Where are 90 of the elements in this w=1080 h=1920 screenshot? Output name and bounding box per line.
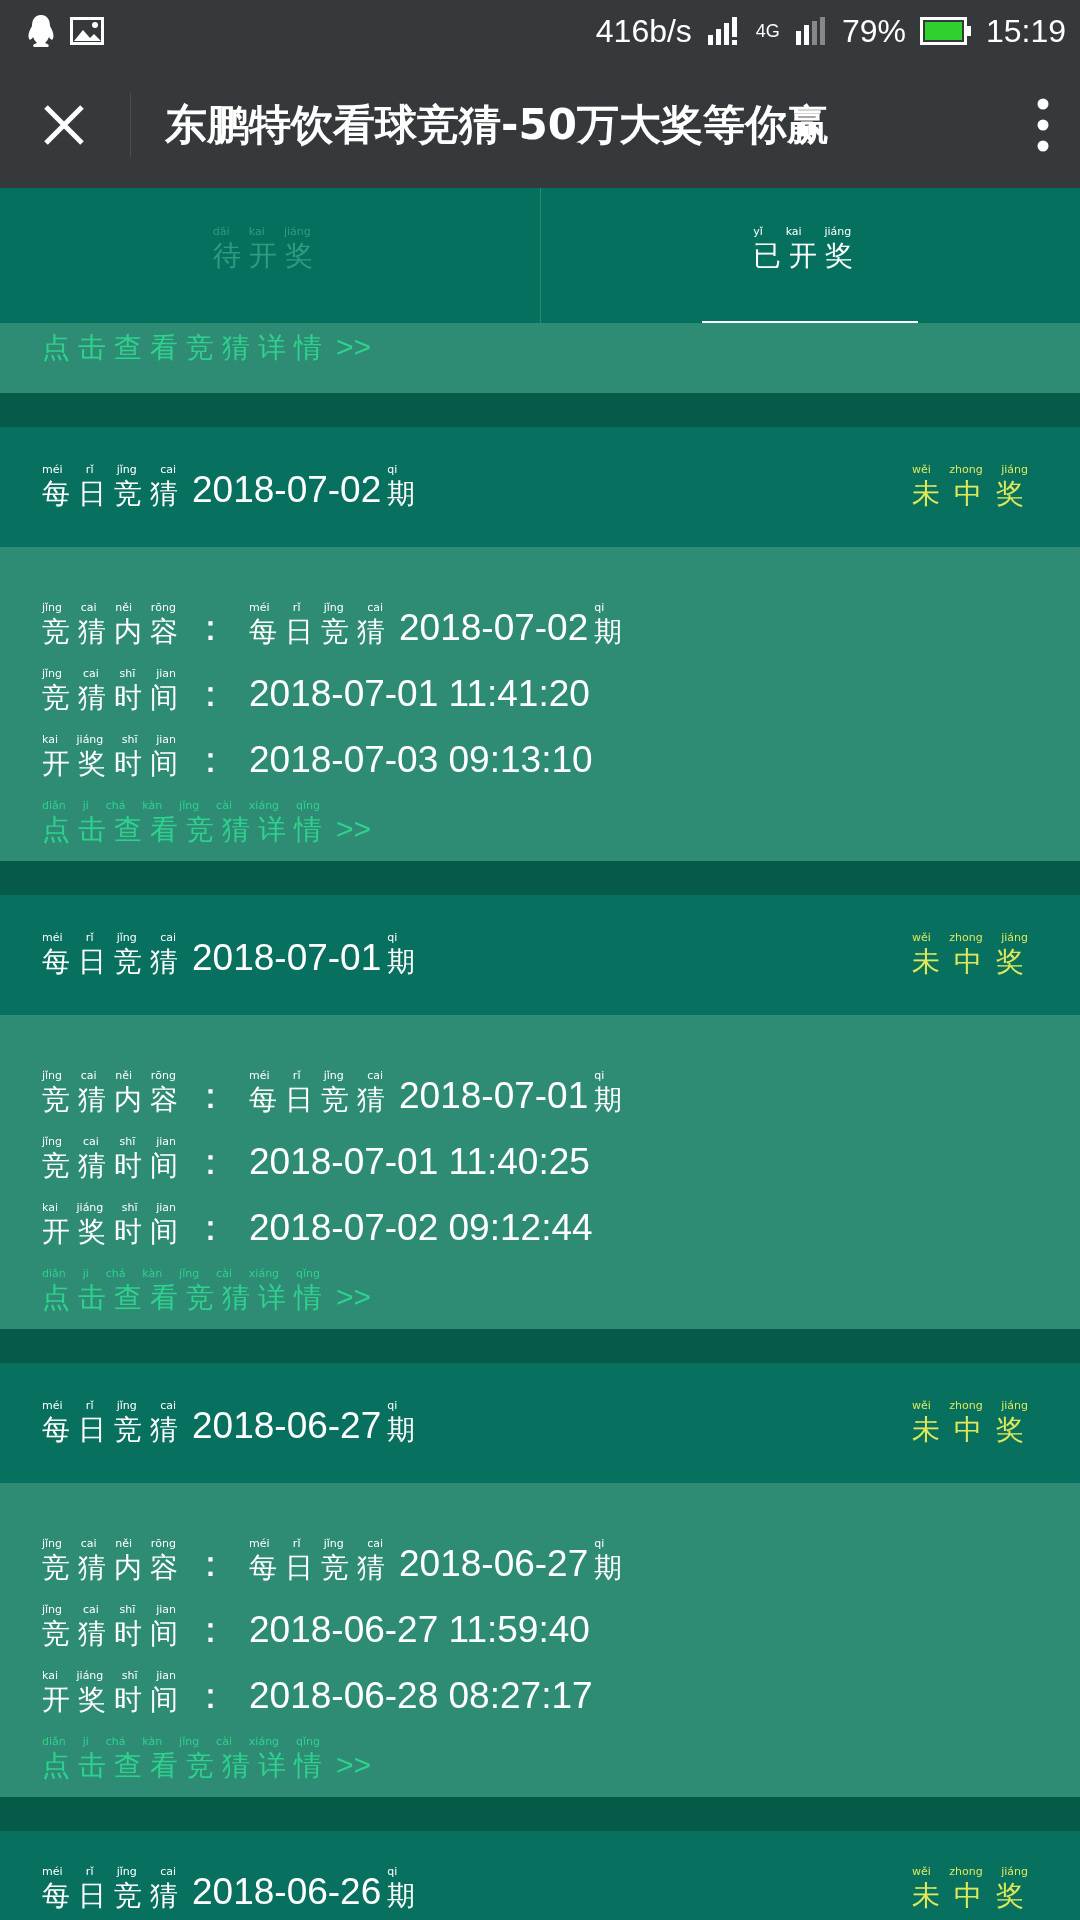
result-label-text: 未中奖 [912,945,1038,979]
issue-title-text: 每日竞猜 [42,945,186,979]
field-value-value: 2018-07-01 11:40:25 [249,1141,590,1183]
pinyin-annotation: qi [387,1865,399,1879]
field-value-text: 每日竞猜 [249,1551,393,1585]
field-label-value: ： [192,1543,229,1585]
field-label-value: ： [192,1141,229,1183]
pinyin-annotation: qi [387,463,399,477]
details-link[interactable]: diǎn ji chá kàn jǐng cài xiáng qǐng 点击查看竞猜详情 >> [42,1267,378,1315]
field-value-value: 2018-07-01 11:41:20 [249,673,590,715]
pinyin-annotation: qi [594,1537,606,1551]
field-value-value: 2018-07-02 [399,607,589,649]
field-value-value: 2018-07-03 09:13:10 [249,739,593,781]
issue-title-value: 2018-07-01 [192,937,382,979]
pinyin-annotation: jǐng cai něi rōng [42,1537,177,1551]
field-label-text: 竞猜时间 [42,1149,186,1183]
field-label-text: 竞猜内容 [42,1083,186,1117]
details-link[interactable]: diǎn ji chá kàn jǐng cài xiáng qǐng 点击查看竞猜详情 >> [42,1735,378,1783]
image-icon [70,17,104,45]
issue-title-text: 每日竞猜 [42,477,186,511]
field-label-value: ： [192,1075,229,1117]
pinyin-annotation: qi [387,1399,399,1413]
pinyin-annotation: qi [594,601,606,615]
menu-icon[interactable] [1036,98,1050,152]
issue-title-text: 期 [387,477,424,511]
field-label-text: 开奖时间 [42,747,186,781]
network-type: 4G [755,20,780,42]
issue-title-text: 期 [387,1879,424,1913]
field-label-value: ： [192,739,229,781]
battery-percent: 79% [841,12,906,50]
field-value-text: 每日竞猜 [249,615,393,649]
field-value-value: 2018-06-27 [399,1543,589,1585]
pinyin-annotation: wěi zhong jiáng [912,1865,1029,1879]
pinyin-annotation: kai jiáng shī jian [42,1669,177,1683]
signal-icon [793,17,828,45]
issue-title-value: 2018-06-27 [192,1405,382,1447]
field-label-text: 竞猜内容 [42,1551,186,1585]
details-link[interactable]: diǎn ji chá kàn jǐng cài xiáng qǐng 点击查看竞猜详情 >> [42,799,378,847]
battery-icon [919,17,972,45]
pinyin-annotation: jǐng cai něi rōng [42,1069,177,1083]
pinyin-annotation: wěi zhong jiáng [912,1399,1029,1413]
issue-title-text: 期 [387,945,424,979]
field-label-text: 开奖时间 [42,1683,186,1717]
result-label-text: 未中奖 [912,477,1038,511]
tab[interactable]: yǐ kai jiáng 已开奖 [540,188,1080,323]
pinyin-annotation: méi rǐ jǐng cai [42,931,177,945]
pinyin-annotation: qi [594,1069,606,1083]
clock: 15:19 [985,12,1066,50]
field-label-value: ： [192,1609,229,1651]
pinyin-annotation: méi rǐ jǐng cai [42,1865,177,1879]
result-label-text: 未中奖 [912,1879,1038,1913]
field-value-text: 每日竞猜 [249,1083,393,1117]
pinyin-annotation: jǐng cai shī jian [42,1135,177,1149]
field-label-value: ： [192,673,229,715]
pinyin-annotation: méi rǐ jǐng cai [42,463,177,477]
pinyin-annotation: méi rǐ jǐng cai [249,1537,384,1551]
field-label-text: 开奖时间 [42,1215,186,1249]
field-label-value: ： [192,1207,229,1249]
field-label-value: ： [192,607,229,649]
issue-title-value: 2018-07-02 [192,469,382,511]
field-value-text: 期 [594,615,631,649]
field-label-text: 竞猜内容 [42,615,186,649]
field-value-value: 2018-07-02 09:12:44 [249,1207,593,1249]
field-value-value: 2018-06-28 08:27:17 [249,1675,593,1717]
field-value-value: 2018-06-27 11:59:40 [249,1609,590,1651]
field-value-value: 2018-07-01 [399,1075,589,1117]
field-label-text: 竞猜时间 [42,1617,186,1651]
pinyin-annotation: jǐng cai něi rōng [42,601,177,615]
issue-title-value: 2018-06-26 [192,1871,382,1913]
field-label-text: 竞猜时间 [42,681,186,715]
pinyin-annotation: méi rǐ jǐng cai [249,601,384,615]
issue-title-text: 期 [387,1413,424,1447]
result-label-text: 未中奖 [912,1413,1038,1447]
pinyin-annotation: jǐng cai shī jian [42,667,177,681]
pinyin-annotation: qi [387,931,399,945]
pinyin-annotation: kai jiáng shī jian [42,733,177,747]
page-title: 东鹏特饮看球竞猜-50万大奖等你赢 [165,99,830,151]
pinyin-annotation: jǐng cai shī jian [42,1603,177,1617]
issue-title-text: 每日竞猜 [42,1413,186,1447]
pinyin-annotation: wěi zhong jiáng [912,463,1029,477]
penguin-icon [26,14,56,48]
field-label-value: ： [192,1675,229,1717]
field-value-text: 期 [594,1083,631,1117]
issue-title-text: 每日竞猜 [42,1879,186,1913]
pinyin-annotation: wěi zhong jiáng [912,931,1029,945]
network-speed: 416b/s [595,12,692,50]
pinyin-annotation: méi rǐ jǐng cai [42,1399,177,1413]
pinyin-annotation: kai jiáng shī jian [42,1201,177,1215]
field-value-text: 期 [594,1551,631,1585]
pinyin-annotation: méi rǐ jǐng cai [249,1069,384,1083]
